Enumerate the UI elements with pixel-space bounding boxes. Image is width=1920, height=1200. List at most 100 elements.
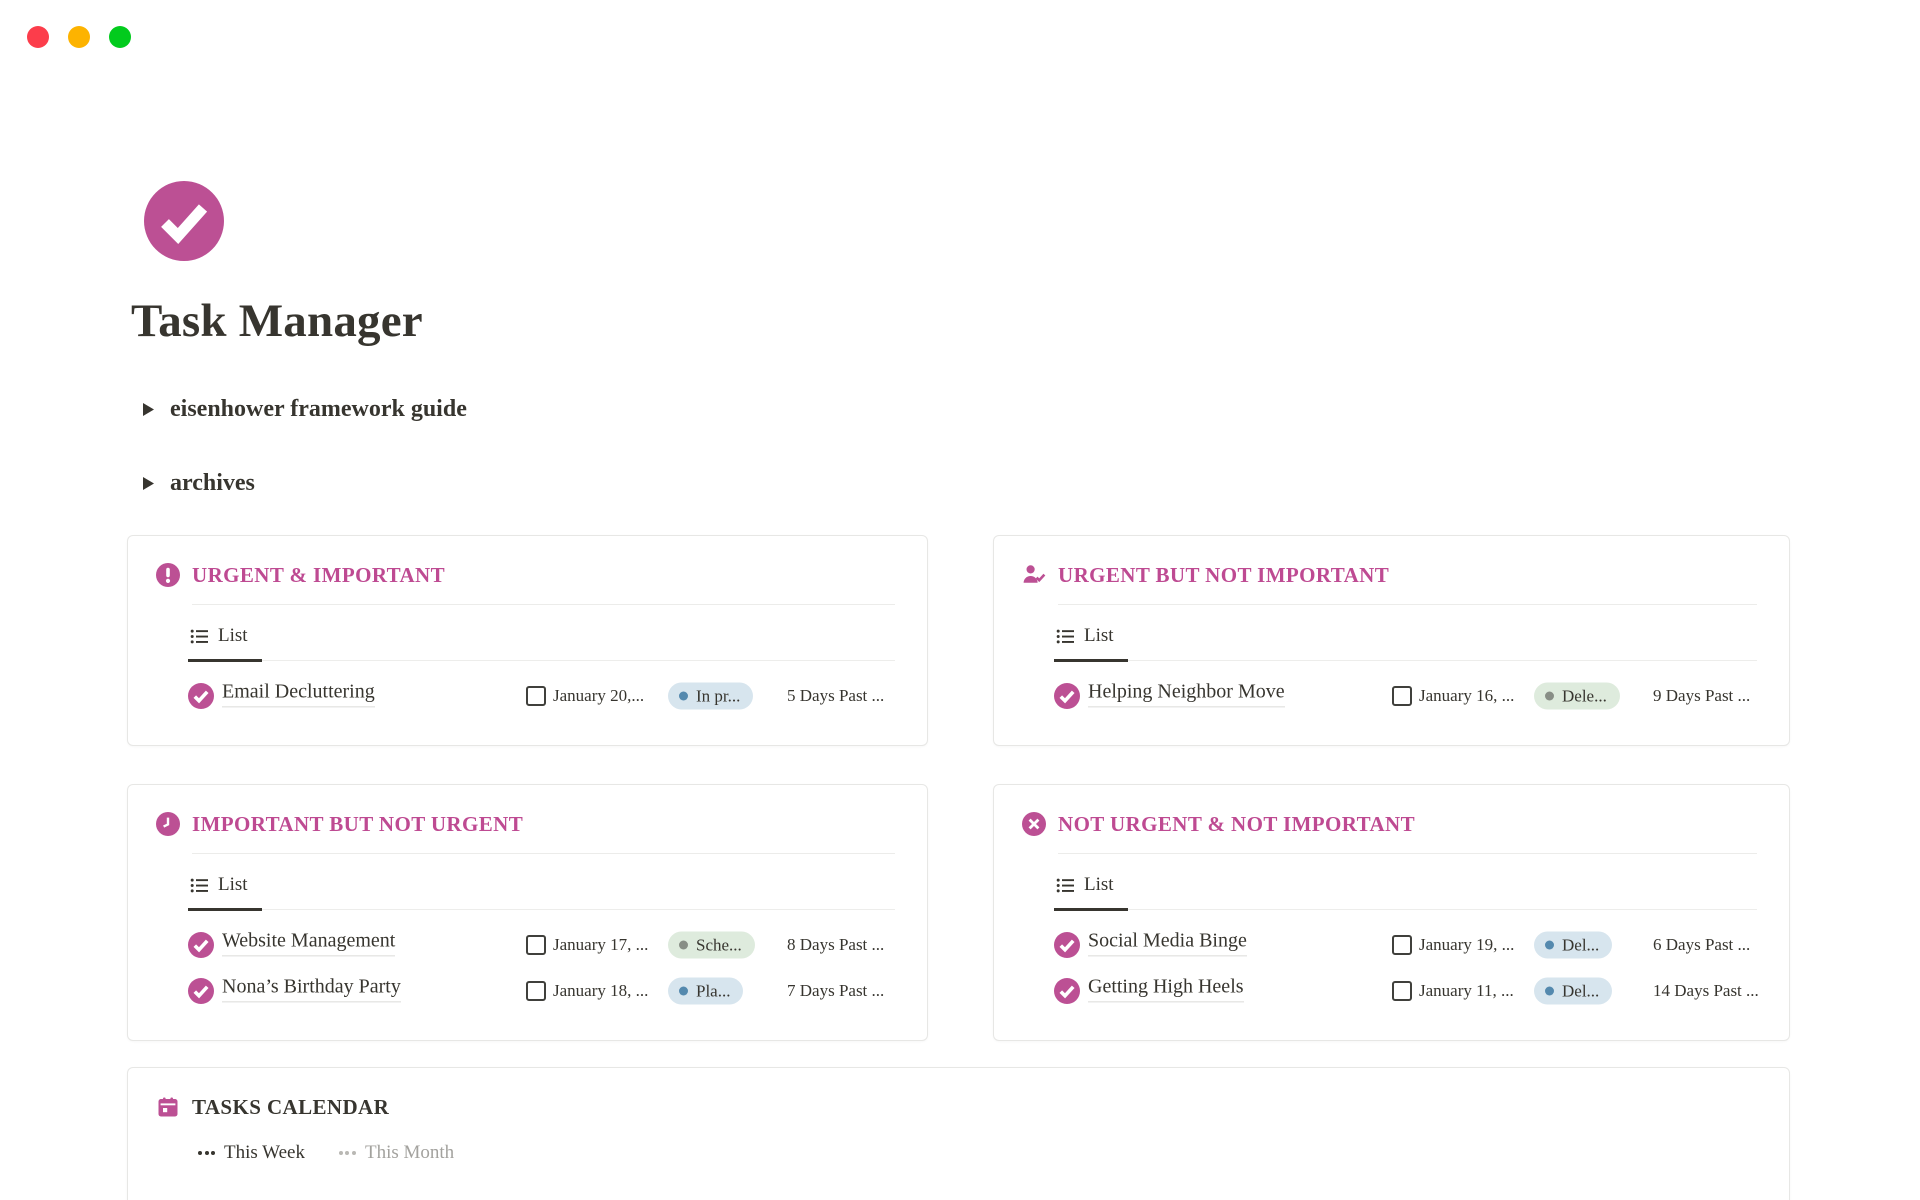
toggle-triangle-icon	[143, 403, 154, 416]
toggle-label: eisenhower framework guide	[170, 393, 467, 425]
task-list: Website Management January 17, ... Sche.…	[156, 922, 897, 1014]
task-days-past: 9 Days Past ...	[1653, 686, 1750, 706]
close-window-button[interactable]	[27, 26, 49, 48]
divider	[1058, 853, 1757, 854]
window-controls	[27, 26, 131, 48]
task-done-checkbox[interactable]	[1392, 935, 1412, 955]
zoom-window-button[interactable]	[109, 26, 131, 48]
tab-list-view[interactable]: List	[188, 872, 262, 911]
task-done-checkbox[interactable]	[526, 686, 546, 706]
status-pill[interactable]: Del...	[1534, 932, 1612, 959]
quadrant-title: NOT URGENT & NOT IMPORTANT	[1058, 812, 1415, 837]
tab-list-view[interactable]: List	[1054, 872, 1128, 911]
task-due-date[interactable]: January 18, ...	[553, 981, 648, 1001]
task-title-link[interactable]: Email Decluttering	[222, 680, 375, 707]
quadrant-header: URGENT BUT NOT IMPORTANT	[1022, 560, 1759, 590]
view-tab-row: List	[188, 623, 895, 661]
tab-label: List	[218, 872, 248, 898]
toggle-eisenhower-framework-guide[interactable]: eisenhower framework guide	[127, 393, 1790, 425]
task-due-date[interactable]: January 19, ...	[1419, 935, 1514, 955]
view-tab-row: List	[1054, 623, 1757, 661]
tab-label: List	[218, 623, 248, 649]
task-row: Helping Neighbor Move January 16, ... De…	[1022, 673, 1759, 719]
task-days-past: 5 Days Past ...	[787, 686, 884, 706]
task-done-checkbox[interactable]	[526, 981, 546, 1001]
task-title-link[interactable]: Getting High Heels	[1088, 975, 1244, 1002]
quadrant-card: IMPORTANT BUT NOT URGENT List	[127, 784, 928, 1041]
task-done-checkbox[interactable]	[1392, 981, 1412, 1001]
task-days-past: 8 Days Past ...	[787, 935, 884, 955]
task-done-checkbox[interactable]	[1392, 686, 1412, 706]
status-pill[interactable]: In pr...	[668, 683, 753, 710]
status-pill[interactable]: Del...	[1534, 978, 1612, 1005]
task-title-link[interactable]: Website Management	[222, 929, 395, 956]
task-done-checkbox[interactable]	[526, 935, 546, 955]
task-days-past: 6 Days Past ...	[1653, 935, 1750, 955]
task-due-date[interactable]: January 20,...	[553, 686, 644, 706]
calendar-tab-this-week[interactable]: This Week	[198, 1140, 305, 1166]
tab-label: List	[1084, 872, 1114, 898]
task-row: Getting High Heels January 11, ... Del..…	[1022, 968, 1759, 1014]
check-circle-icon[interactable]	[144, 181, 224, 261]
calendar-view-tabs: This Week This Month	[198, 1140, 1759, 1166]
task-check-circle-icon	[1054, 932, 1080, 958]
calendar-tab-label: This Week	[224, 1140, 305, 1166]
status-label: Sche...	[696, 935, 742, 955]
view-dots-icon	[198, 1151, 215, 1155]
task-row: Social Media Binge January 19, ... Del..…	[1022, 922, 1759, 968]
view-tab-row: List	[1054, 872, 1757, 910]
task-title-link[interactable]: Helping Neighbor Move	[1088, 680, 1285, 707]
quadrant-header: IMPORTANT BUT NOT URGENT	[156, 809, 897, 839]
page-title[interactable]: Task Manager	[131, 293, 1790, 349]
x-circle-icon	[1022, 812, 1046, 836]
quadrant-grid: URGENT & IMPORTANT List	[127, 535, 1790, 1041]
calendar-icon	[156, 1095, 180, 1119]
task-days-past: 14 Days Past ...	[1653, 981, 1759, 1001]
list-view-icon	[1056, 627, 1075, 646]
task-check-circle-icon	[188, 932, 214, 958]
task-due-date[interactable]: January 11, ...	[1419, 981, 1514, 1001]
quadrant-card: URGENT BUT NOT IMPORTANT List	[993, 535, 1790, 746]
view-dots-icon	[339, 1151, 356, 1155]
status-pill[interactable]: Pla...	[668, 978, 743, 1005]
clock-icon	[156, 812, 180, 836]
calendar-tab-label: This Month	[365, 1140, 454, 1166]
tasks-calendar-card: TASKS CALENDAR This WeekThis Month	[127, 1067, 1790, 1200]
task-check-circle-icon	[188, 683, 214, 709]
status-dot-icon	[679, 692, 688, 701]
task-title-link[interactable]: Nona’s Birthday Party	[222, 975, 401, 1002]
task-check-circle-icon	[1054, 683, 1080, 709]
status-dot-icon	[1545, 941, 1554, 950]
status-pill[interactable]: Sche...	[668, 932, 755, 959]
toggle-triangle-icon	[143, 477, 154, 490]
quadrant-title: IMPORTANT BUT NOT URGENT	[192, 812, 523, 837]
task-row: Nona’s Birthday Party January 18, ... Pl…	[156, 968, 897, 1014]
calendar-tab-this-month[interactable]: This Month	[339, 1140, 454, 1166]
exclamation-circle-icon	[156, 563, 180, 587]
quadrant-title: URGENT & IMPORTANT	[192, 563, 445, 588]
task-due-date[interactable]: January 17, ...	[553, 935, 648, 955]
toggle-archives[interactable]: archives	[127, 467, 1790, 499]
quadrant-card: URGENT & IMPORTANT List	[127, 535, 928, 746]
tab-list-view[interactable]: List	[1054, 623, 1128, 662]
status-dot-icon	[1545, 692, 1554, 701]
list-view-icon	[190, 627, 209, 646]
task-title-link[interactable]: Social Media Binge	[1088, 929, 1247, 956]
task-check-circle-icon	[188, 978, 214, 1004]
divider	[192, 604, 895, 605]
task-row: Website Management January 17, ... Sche.…	[156, 922, 897, 968]
tab-label: List	[1084, 623, 1114, 649]
quadrant-title: URGENT BUT NOT IMPORTANT	[1058, 563, 1389, 588]
status-dot-icon	[1545, 987, 1554, 996]
task-row: Email Decluttering January 20,... In pr.…	[156, 673, 897, 719]
task-list: Helping Neighbor Move January 16, ... De…	[1022, 673, 1759, 719]
tab-list-view[interactable]: List	[188, 623, 262, 662]
view-tab-row: List	[188, 872, 895, 910]
toggle-label: archives	[170, 467, 255, 499]
person-check-icon	[1022, 563, 1046, 587]
task-due-date[interactable]: January 16, ...	[1419, 686, 1514, 706]
status-dot-icon	[679, 941, 688, 950]
minimize-window-button[interactable]	[68, 26, 90, 48]
task-list: Email Decluttering January 20,... In pr.…	[156, 673, 897, 719]
status-pill[interactable]: Dele...	[1534, 683, 1620, 710]
